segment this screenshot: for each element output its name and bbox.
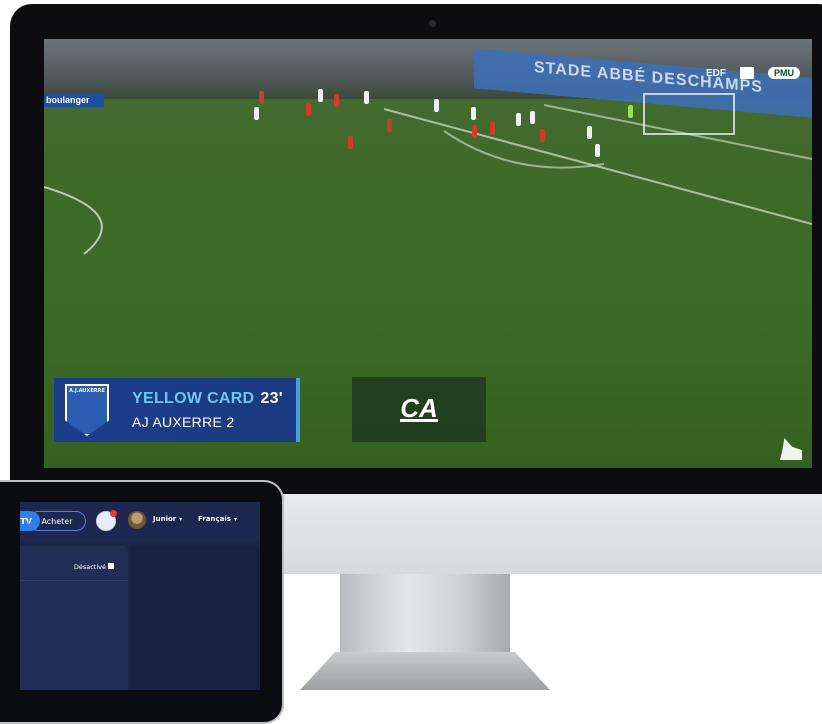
sponsor-row: EDF PMU [706,67,800,79]
player [348,136,353,149]
player [540,129,545,142]
crest-label: A.J.AUXERRE [69,388,105,394]
player [490,122,495,135]
player [530,111,535,124]
content-area [130,546,260,690]
player [472,125,477,138]
goalkeeper [628,105,633,118]
event-type: YELLOW CARD [132,390,255,407]
sponsor-overlay: CA [352,377,486,442]
monitor-stand [340,574,510,656]
club-badge-icon[interactable] [96,510,117,531]
player [595,144,600,157]
language-label: Français [198,515,231,523]
chevron-down-icon: ▾ [233,516,237,523]
sponsor-logo-ca: CA [400,393,438,423]
sponsor-edf: EDF [706,67,726,79]
player [434,99,439,112]
team-crest-box: A.J.AUXERRE [54,378,120,442]
event-overlay: A.J.AUXERRE YELLOW CARD 23' AJ AUXERRE 2 [54,378,300,442]
user-menu[interactable]: Junior ▾ [153,515,182,523]
event-team: AJ AUXERRE 2 [132,414,235,430]
toggle-label: Désactivé [73,563,106,571]
player [306,103,311,116]
player [334,94,339,107]
event-minute: 23' [260,390,283,407]
chevron-down-icon: ▾ [179,516,183,523]
divider [20,580,128,581]
player [471,107,476,120]
player [587,126,592,139]
language-menu[interactable]: Français ▾ [198,515,237,523]
video-player[interactable]: STADE ABBÉ DESCHAMPS boulanger EDF PMU A… [44,39,812,468]
buy-button[interactable]: Acheter [28,511,86,531]
tablet-screen: TV Acheter Junior ▾ Français ▾ Désactivé [20,502,260,690]
player [254,107,259,120]
player [387,119,392,132]
player [259,91,264,104]
avatar[interactable] [128,511,146,529]
sponsor-logo [740,67,754,79]
user-name: Junior [153,515,177,523]
event-title: YELLOW CARD 23' [132,390,283,408]
player [516,113,521,126]
toggle-checkbox[interactable] [108,563,114,569]
team-crest-icon: A.J.AUXERRE [65,384,109,436]
settings-panel: Désactivé [20,546,128,690]
app-topbar: TV Acheter Junior ▾ Français ▾ [20,502,260,542]
camera-dot [429,20,436,27]
sponsor-pmu: PMU [768,67,800,79]
player [318,89,323,102]
monitor-stand-base [300,652,550,690]
player [364,91,369,104]
